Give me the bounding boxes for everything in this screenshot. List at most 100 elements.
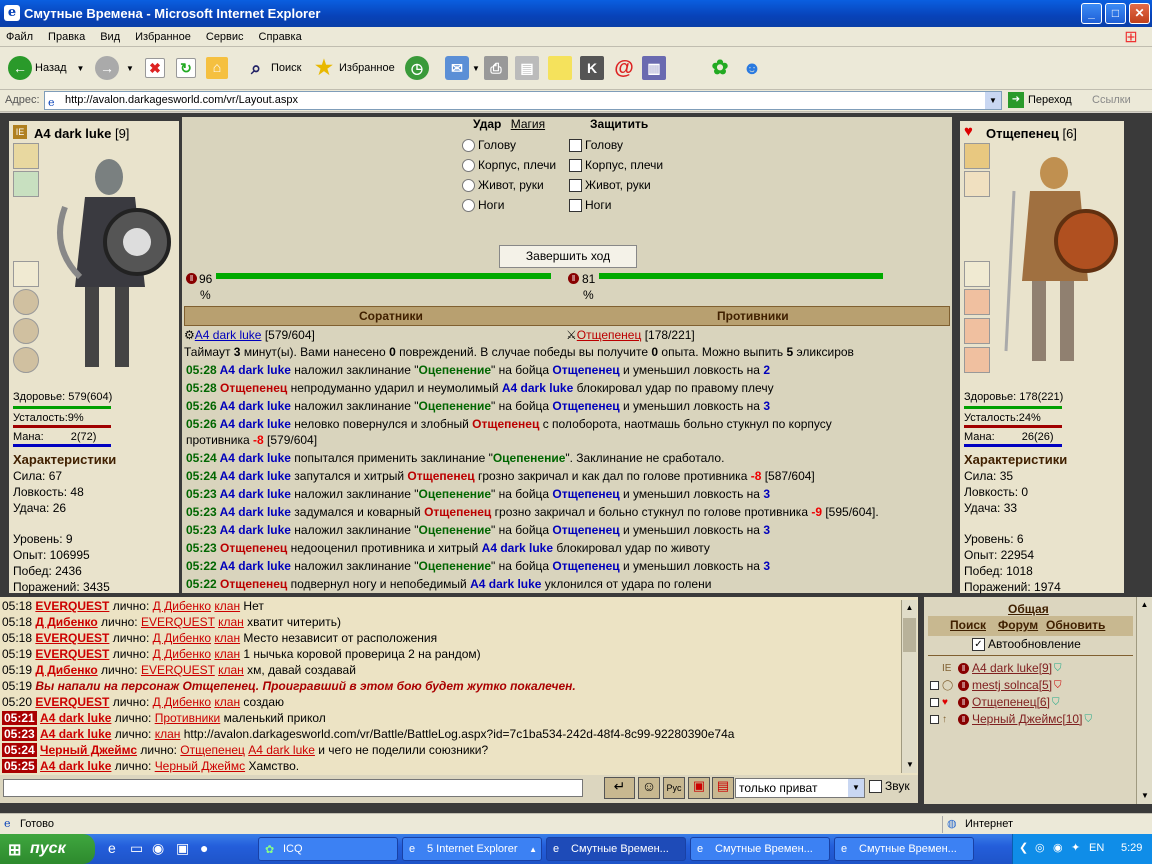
gloves-slot[interactable]: [964, 171, 990, 197]
attack-body-radio[interactable]: [462, 159, 475, 173]
log-text[interactable]: A4 dark luke: [502, 381, 573, 395]
mail-button[interactable]: ✉ ▼: [445, 53, 480, 83]
log-text[interactable]: Отщепенец: [552, 487, 619, 501]
log-text[interactable]: Отщепенец: [472, 417, 539, 431]
messenger-button[interactable]: ☻: [740, 53, 767, 83]
maximize-button[interactable]: □: [1105, 3, 1126, 24]
close-button[interactable]: ✕: [1129, 3, 1150, 24]
task-icq[interactable]: ✿ ICQ: [258, 837, 398, 861]
amulet-slot[interactable]: [964, 143, 990, 169]
menu-file[interactable]: Файл: [6, 31, 33, 43]
task-window-3[interactable]: e Смутные Времен...: [834, 837, 974, 861]
chat-recipient[interactable]: Д Дибенко: [153, 647, 211, 661]
sound-checkbox[interactable]: [869, 779, 882, 793]
menu-view[interactable]: Вид: [100, 31, 120, 43]
notes-button[interactable]: [548, 53, 575, 83]
chat-recipient[interactable]: клан: [218, 663, 244, 677]
chat-sender[interactable]: Черный Джеймс: [40, 743, 137, 757]
clear-icon[interactable]: ▣: [688, 777, 710, 799]
log-text[interactable]: Отщепенец: [407, 469, 474, 483]
ring-slot-3[interactable]: [964, 347, 990, 373]
tray-icon[interactable]: ◎: [1035, 841, 1045, 854]
user-name[interactable]: mestj solnca[5]: [972, 678, 1052, 692]
refresh-button[interactable]: ↻: [176, 53, 199, 83]
defend-belly-option[interactable]: Живот, руки: [569, 175, 663, 195]
media-icon[interactable]: ◉: [152, 840, 164, 857]
send-button[interactable]: ↵: [604, 777, 635, 799]
chat-scrollbar[interactable]: ▲ ▼: [901, 600, 917, 773]
log-text[interactable]: Отщепенец: [220, 577, 287, 591]
user-checkbox[interactable]: [930, 714, 939, 724]
chat-sender[interactable]: EVERQUEST: [35, 695, 109, 709]
chat-recipient[interactable]: EVERQUEST: [141, 663, 215, 677]
chat-recipient[interactable]: Д Дибенко: [153, 631, 211, 645]
user-name[interactable]: Черный Джеймс[10]: [972, 712, 1082, 726]
research-button[interactable]: ▥: [642, 53, 669, 83]
user-name[interactable]: Отщепенец[6]: [972, 695, 1050, 709]
attack-body-option[interactable]: Корпус, плечи: [462, 155, 556, 175]
minimize-button[interactable]: _: [1081, 3, 1102, 24]
magic-link[interactable]: Магия: [511, 117, 545, 131]
go-button[interactable]: ➜ Переход: [1008, 92, 1072, 108]
log-text[interactable]: A4 dark luke: [482, 541, 553, 555]
back-button[interactable]: ← Назад ▼: [8, 53, 84, 83]
chat-sender[interactable]: EVERQUEST: [35, 599, 109, 613]
log-text[interactable]: Отщепенец: [552, 363, 619, 377]
chat-sender[interactable]: A4 dark luke: [40, 727, 111, 741]
language-indicator[interactable]: EN: [1089, 842, 1104, 854]
chevron-down-icon[interactable]: ▼: [848, 779, 864, 797]
defend-head-option[interactable]: Голову: [569, 135, 663, 155]
forum-link[interactable]: Форум: [998, 618, 1038, 632]
left-character-avatar[interactable]: [45, 147, 173, 377]
log-text[interactable]: Отщепенец: [424, 505, 491, 519]
tray-icon[interactable]: ✦: [1071, 841, 1080, 854]
task-ie-group[interactable]: e5 Internet Explorer ▲: [402, 837, 542, 861]
chat-sender[interactable]: EVERQUEST: [35, 631, 109, 645]
sound-toggle[interactable]: Звук: [869, 779, 910, 793]
chat-sender[interactable]: A4 dark luke: [40, 759, 111, 773]
user-checkbox[interactable]: [930, 697, 939, 707]
filter-icon[interactable]: ▤: [712, 777, 734, 799]
icq-button[interactable]: ✿: [708, 53, 735, 83]
empty-slot[interactable]: [964, 261, 990, 287]
history-button[interactable]: ◷: [405, 53, 432, 83]
k-button[interactable]: K: [580, 53, 607, 83]
desktop-icon[interactable]: ▭: [130, 840, 143, 857]
print-button[interactable]: ⎙: [484, 53, 511, 83]
chevron-left-icon[interactable]: ❮: [1019, 841, 1028, 854]
translit-icon[interactable]: Рус: [663, 777, 685, 799]
chat-recipient[interactable]: клан: [214, 695, 240, 709]
attack-head-radio[interactable]: [462, 139, 475, 153]
links-button[interactable]: Ссылки: [1092, 94, 1131, 106]
scroll-up-icon[interactable]: ▲: [902, 600, 917, 616]
online-user[interactable]: IE ǁ A4 dark luke[9] ⛉: [930, 661, 1062, 675]
chevron-down-icon[interactable]: ▼: [126, 64, 134, 73]
info-icon[interactable]: ǁ: [958, 662, 969, 674]
chat-recipient[interactable]: клан: [214, 647, 240, 661]
chat-recipient[interactable]: клан: [214, 599, 240, 613]
chevron-down-icon[interactable]: ▼: [77, 64, 85, 73]
chat-input[interactable]: [3, 779, 583, 797]
amulet-slot[interactable]: [13, 143, 39, 169]
chat-recipient[interactable]: Отщепенец: [180, 743, 245, 757]
address-input[interactable]: e http://avalon.darkagesworld.com/vr/Lay…: [44, 91, 1002, 110]
defend-head-checkbox[interactable]: [569, 139, 582, 153]
info-icon[interactable]: ǁ: [958, 679, 969, 691]
attack-legs-option[interactable]: Ноги: [462, 195, 556, 215]
log-text[interactable]: A4 dark luke: [220, 487, 291, 501]
chat-recipient[interactable]: Черный Джеймс: [155, 759, 245, 773]
chat-recipient[interactable]: Противники: [155, 711, 221, 725]
log-text[interactable]: 3: [763, 559, 770, 573]
chevron-down-icon[interactable]: ▼: [985, 92, 1001, 109]
online-user[interactable]: ↑ ǁ Черный Джеймс[10] ⛉: [930, 712, 1092, 726]
menu-favorites[interactable]: Избранное: [135, 31, 191, 43]
at-button[interactable]: @: [612, 53, 639, 83]
log-text[interactable]: A4 dark luke: [220, 523, 291, 537]
log-text[interactable]: A4 dark luke: [220, 363, 291, 377]
info-icon[interactable]: ǁ: [958, 696, 969, 708]
chat-recipient[interactable]: клан: [214, 631, 240, 645]
defend-legs-option[interactable]: Ноги: [569, 195, 663, 215]
home-button[interactable]: ⌂: [206, 53, 231, 83]
defend-belly-checkbox[interactable]: [569, 179, 582, 193]
log-text[interactable]: Отщепенец: [552, 399, 619, 413]
